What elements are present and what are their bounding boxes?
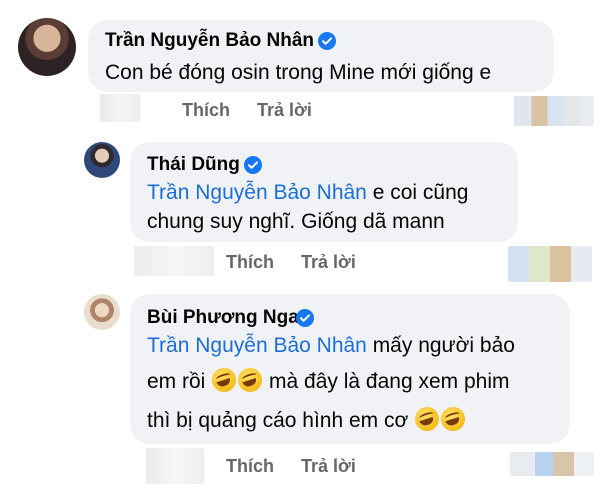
reply-button[interactable]: Trả lời <box>301 456 356 477</box>
like-button[interactable]: Thích <box>182 100 230 121</box>
verified-badge-icon <box>318 32 336 50</box>
reply-button[interactable]: Trả lời <box>257 100 312 121</box>
verified-badge-icon <box>244 156 262 174</box>
comment-author[interactable]: Bùi Phương Nga <box>147 307 299 329</box>
comment-line: em rồi <box>147 370 212 393</box>
comment-text: chung suy nghĩ. Giống dã mann <box>147 206 445 237</box>
comment-text: Trần Nguyễn Bảo Nhân e coi cũng <box>147 177 468 208</box>
blurred-reactions <box>514 96 594 126</box>
rofl-emoji-icon <box>212 368 237 392</box>
rofl-emoji-icon <box>415 407 440 431</box>
comment-author[interactable]: Thái Dũng <box>147 154 240 176</box>
rofl-emoji-icon <box>238 368 263 392</box>
verified-badge-icon <box>296 309 314 327</box>
comment-text: em rồi mà đây là đang xem phim <box>147 366 509 397</box>
comment-line: Con bé đóng osin trong Mine mới giống e <box>105 61 492 84</box>
comment-line: mà đây là đang xem phim <box>263 370 510 393</box>
like-button[interactable]: Thích <box>226 252 274 273</box>
comment-thread: Trần Nguyễn Bảo Nhân Con bé đóng osin tr… <box>0 0 600 494</box>
blurred-reactions <box>510 452 594 476</box>
comment-text: Con bé đóng osin trong Mine mới giống e <box>105 57 491 88</box>
reply-button[interactable]: Trả lời <box>301 252 356 273</box>
mention-link[interactable]: Trần Nguyễn Bảo Nhân <box>147 334 367 357</box>
blurred-timestamp <box>100 94 140 122</box>
avatar-bui-phuong-nga[interactable] <box>84 294 120 330</box>
blurred-timestamp <box>146 448 204 484</box>
rofl-emoji-icon <box>441 407 466 431</box>
comment-line: mấy người bảo <box>366 334 515 357</box>
comment-line: chung suy nghĩ. Giống dã mann <box>147 210 445 233</box>
comment-text: Trần Nguyễn Bảo Nhân mấy người bảo <box>147 330 515 361</box>
avatar-thai-dung[interactable] <box>84 142 120 178</box>
mention-link[interactable]: Trần Nguyễn Bảo Nhân <box>147 181 367 204</box>
blurred-reactions <box>508 246 592 282</box>
comment-line: thì bị quảng cáo hình em cơ <box>147 409 415 432</box>
avatar-tran-nguyen-bao-nhan[interactable] <box>18 18 76 76</box>
comment-line: e coi cũng <box>366 181 469 204</box>
blurred-timestamp <box>134 246 214 276</box>
like-button[interactable]: Thích <box>226 456 274 477</box>
comment-text: thì bị quảng cáo hình em cơ <box>147 405 466 436</box>
comment-author[interactable]: Trần Nguyễn Bảo Nhân <box>105 30 314 52</box>
